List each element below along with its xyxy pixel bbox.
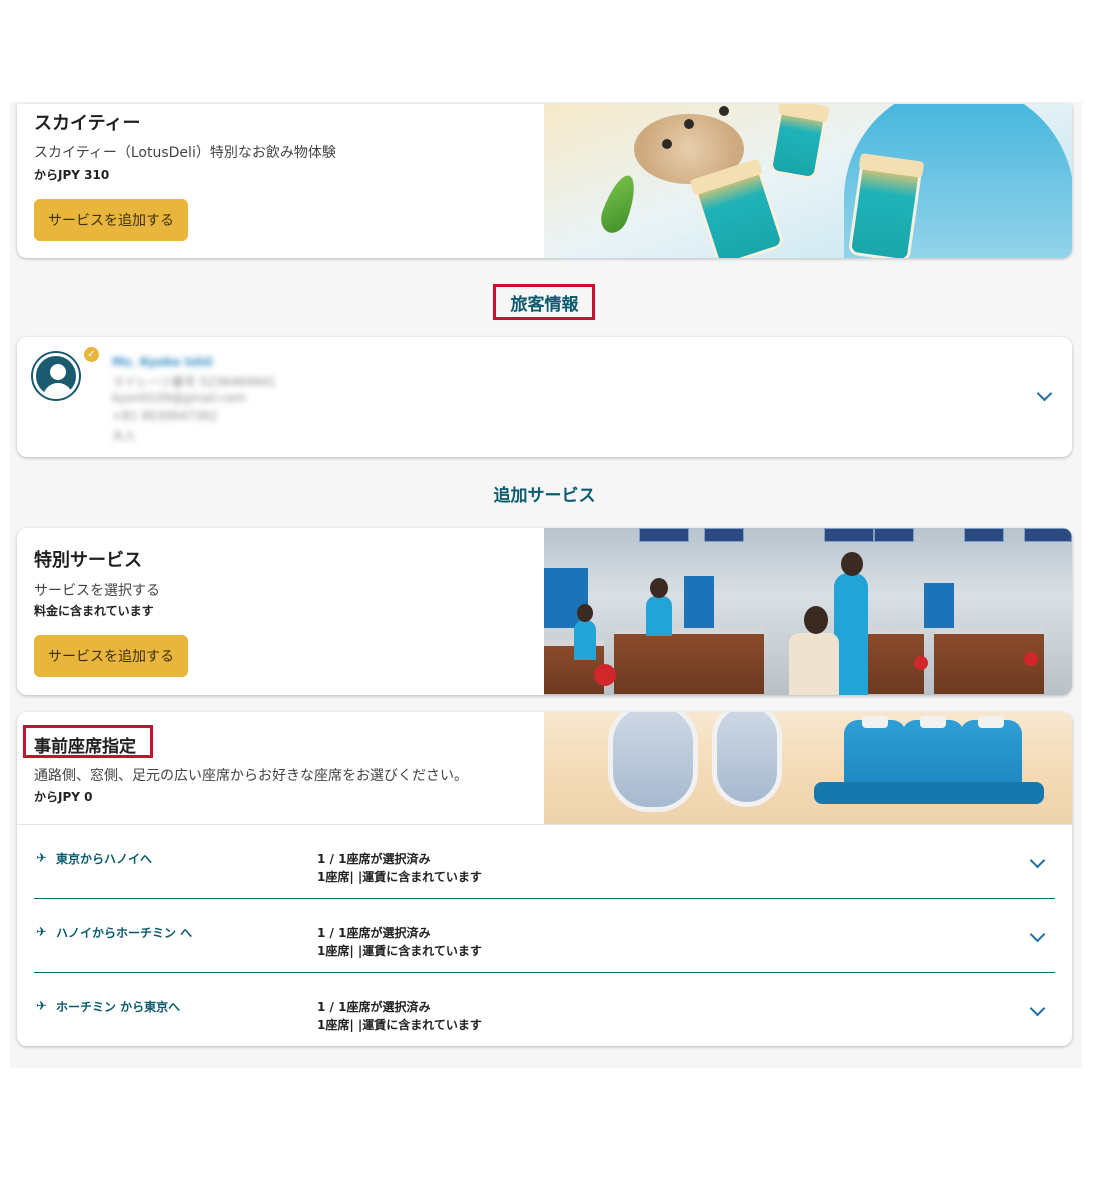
check-badge-icon: ✓	[84, 347, 99, 362]
flight-route: ハノイからホーチミン へ	[56, 926, 193, 940]
seat-selection-card: 事前座席指定 通路側、窓側、足元の広い座席からお好きな座席をお選びください。 か…	[17, 712, 1072, 1046]
flight-seat-status: 1 / 1座席が選択済み 1座席| |運賃に含まれています	[317, 852, 482, 884]
plane-icon: ✈	[36, 925, 47, 940]
flight-seat-status: 1 / 1座席が選択済み 1座席| |運賃に含まれています	[317, 1000, 482, 1032]
plane-icon: ✈	[36, 851, 47, 866]
passenger-membership: マイレージ番号 5236469941	[112, 375, 276, 389]
passenger-name: Ms. Kyoko Ishii	[112, 355, 213, 369]
sky-tea-image	[544, 104, 1072, 258]
sky-tea-price: からJPY 310	[34, 168, 110, 182]
chevron-down-icon[interactable]	[1029, 926, 1046, 943]
chevron-down-icon[interactable]	[1029, 1000, 1046, 1017]
seat-selection-description: 通路側、窓側、足元の広い座席からお好きな座席をお選びください。	[34, 768, 468, 784]
avatar	[33, 353, 79, 399]
passenger-card[interactable]: ✓ Ms. Kyoko Ishii マイレージ番号 5236469941 kyo…	[17, 337, 1072, 457]
passenger-title-highlight	[493, 284, 595, 320]
flight-row-sgn-tyo[interactable]: ✈ ホーチミン から東京へ 1 / 1座席が選択済み 1座席| |運賃に含まれて…	[34, 973, 1055, 1046]
special-service-image	[544, 528, 1072, 695]
plane-icon: ✈	[36, 999, 47, 1014]
sky-tea-description: スカイティー（LotusDeli）特別なお飲み物体験	[34, 145, 336, 161]
flight-route: 東京からハノイへ	[56, 852, 153, 866]
chevron-down-icon[interactable]	[1029, 852, 1046, 869]
sky-tea-card: スカイティー スカイティー（LotusDeli）特別なお飲み物体験 からJPY …	[17, 104, 1072, 258]
special-service-price: 料金に含まれています	[34, 604, 154, 618]
flight-row-tyo-han[interactable]: ✈ 東京からハノイへ 1 / 1座席が選択済み 1座席| |運賃に含まれています	[34, 825, 1055, 899]
seat-selection-price: からJPY 0	[34, 790, 93, 804]
passenger-type: 大人	[112, 429, 137, 443]
seat-title-highlight	[23, 725, 153, 758]
passenger-phone: +81 9030647362	[112, 409, 218, 423]
additional-services-title: 追加サービス	[493, 486, 596, 506]
special-service-add-button[interactable]: サービスを追加する	[34, 635, 188, 677]
sky-tea-add-button[interactable]: サービスを追加する	[34, 199, 188, 241]
flight-seat-status: 1 / 1座席が選択済み 1座席| |運賃に含まれています	[317, 926, 482, 958]
special-service-description: サービスを選択する	[34, 583, 160, 599]
chevron-down-icon[interactable]	[1036, 385, 1053, 402]
flight-row-han-sgn[interactable]: ✈ ハノイからホーチミン へ 1 / 1座席が選択済み 1座席| |運賃に含まれ…	[34, 899, 1055, 973]
special-service-card: 特別サービス サービスを選択する 料金に含まれています サービスを追加する	[17, 528, 1072, 695]
passenger-email: kyon0109@gmail.com	[112, 391, 246, 405]
sky-tea-title: スカイティー	[34, 113, 141, 134]
special-service-title: 特別サービス	[34, 550, 142, 571]
flight-route: ホーチミン から東京へ	[56, 1000, 181, 1014]
seat-selection-image	[544, 712, 1072, 824]
